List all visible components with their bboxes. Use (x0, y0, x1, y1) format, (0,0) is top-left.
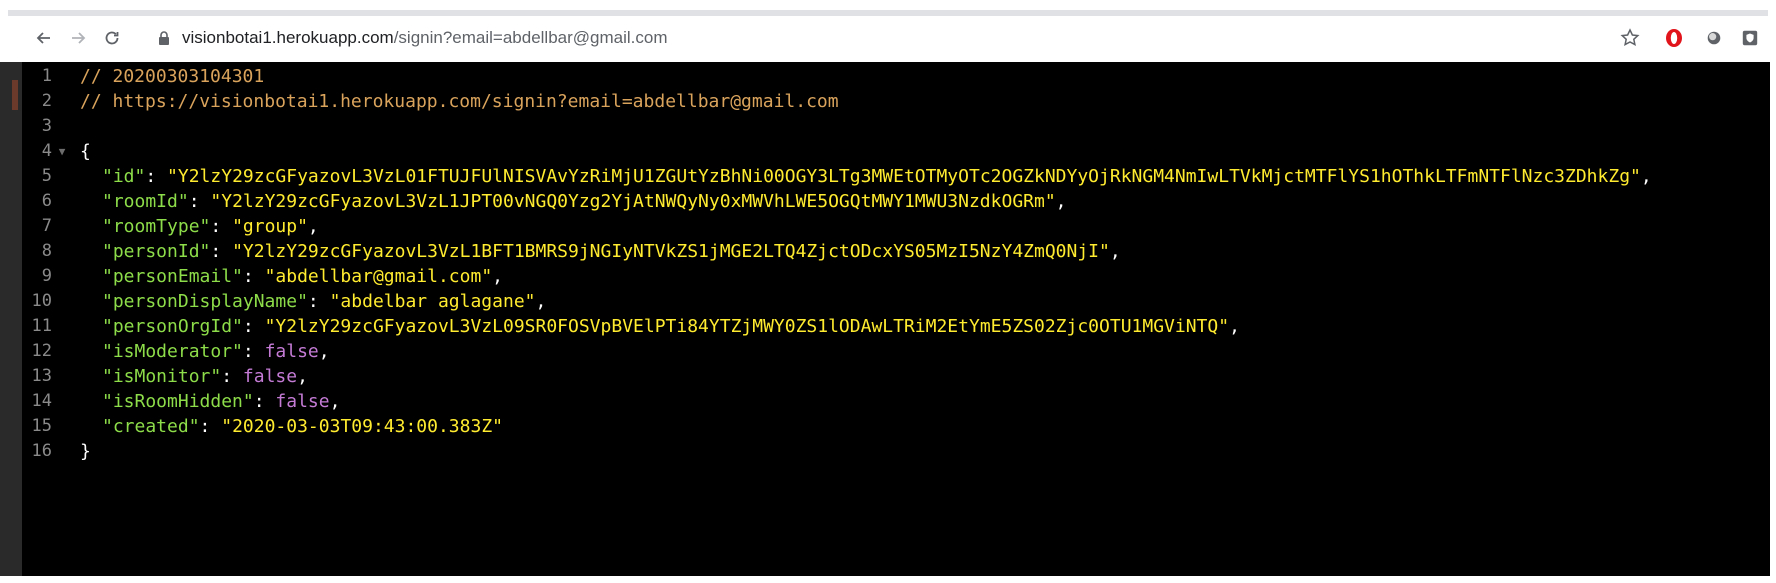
json-value: "Y2lzY29zcGFyazovL3VzL1BFT1BMRS9jNGIyNTV… (232, 240, 1110, 262)
star-icon (1620, 28, 1640, 47)
json-value: "Y2lzY29zcGFyazovL3VzL01FTUJFUlNISVAvYzR… (167, 165, 1641, 187)
line-number: 8 (41, 241, 52, 261)
line-number: 14 (31, 391, 52, 411)
opera-extension-button[interactable] (1660, 24, 1688, 52)
circle-extension-icon (1707, 31, 1721, 45)
json-key: "personEmail" (102, 265, 243, 287)
code-line-5: 5 "id": "Y2lzY29zcGFyazovL3VzL01FTUJFUlN… (22, 162, 1652, 190)
close-brace: } (80, 440, 91, 462)
code-line-12: 12 "isModerator": false, (22, 337, 330, 365)
json-value: "abdellbar@gmail.com" (264, 265, 493, 287)
fold-toggle[interactable]: ▼ (52, 145, 72, 158)
code-line-11: 11 "personOrgId": "Y2lzY29zcGFyazovL3VzL… (22, 312, 1240, 340)
arrow-left-icon (36, 32, 50, 44)
json-key: "personDisplayName" (102, 290, 308, 312)
json-value: "Y2lzY29zcGFyazovL3VzL09SR0FOSVpBVElPTi8… (264, 315, 1230, 337)
comment-timestamp: // 20200303104301 (80, 65, 265, 87)
reload-button[interactable] (98, 24, 126, 52)
reload-icon (105, 31, 119, 45)
circle-extension-button[interactable] (1700, 24, 1728, 52)
opera-icon (1666, 29, 1682, 47)
code-line-7: 7 "roomType": "group", (22, 212, 319, 240)
line-number: 4 (41, 141, 52, 161)
url-text: visionbotai1.herokuapp.com/signin?email=… (182, 28, 668, 48)
json-key: "isRoomHidden" (102, 390, 254, 412)
json-key: "id" (102, 165, 146, 187)
code-line-14: 14 "isRoomHidden": false, (22, 387, 341, 415)
line-number: 16 (31, 441, 52, 461)
url-host: visionbotai1.herokuapp.com (182, 28, 394, 47)
address-bar[interactable]: visionbotai1.herokuapp.com/signin?email=… (156, 21, 1716, 55)
open-brace: { (80, 140, 91, 162)
json-key: "created" (102, 415, 200, 437)
code-line-10: 10 "personDisplayName": "abdelbar aglaga… (22, 287, 547, 315)
shield-extension-button[interactable] (1736, 24, 1764, 52)
lock-icon (159, 31, 169, 45)
line-number: 11 (31, 316, 52, 336)
json-value: false (275, 390, 330, 412)
forward-button[interactable] (64, 24, 92, 52)
json-value: "Y2lzY29zcGFyazovL3VzL1JPT00vNGQ0Yzg2YjA… (210, 190, 1056, 212)
comment-url: // https://visionbotai1.herokuapp.com/si… (80, 90, 839, 112)
json-value: false (264, 340, 319, 362)
code-line-13: 13 "isMonitor": false, (22, 362, 308, 390)
json-value: "2020-03-03T09:43:00.383Z" (221, 415, 503, 437)
side-gutter (0, 62, 22, 576)
line-number: 15 (31, 416, 52, 436)
json-key: "isModerator" (102, 340, 243, 362)
line-number: 7 (41, 216, 52, 236)
window-bottom-edge (0, 576, 1776, 583)
code-line-6: 6 "roomId": "Y2lzY29zcGFyazovL3VzL1JPT00… (22, 187, 1067, 215)
code-line-8: 8 "personId": "Y2lzY29zcGFyazovL3VzL1BFT… (22, 237, 1121, 265)
browser-toolbar: visionbotai1.herokuapp.com/signin?email=… (6, 16, 1770, 62)
json-viewer: 1 // 20200303104301 2 // https://visionb… (22, 62, 1770, 576)
code-line-15: 15 "created": "2020-03-03T09:43:00.383Z" (22, 412, 503, 440)
code-line-1: 1 // 20200303104301 (22, 62, 264, 90)
json-value: "group" (232, 215, 308, 237)
json-value: false (242, 365, 298, 387)
line-number: 2 (41, 91, 52, 111)
line-number: 13 (31, 366, 52, 386)
json-key: "roomId" (102, 190, 189, 212)
code-line-2: 2 // https://visionbotai1.herokuapp.com/… (22, 87, 839, 115)
back-button[interactable] (30, 24, 58, 52)
code-line-3: 3 (22, 112, 72, 140)
json-key: "roomType" (102, 215, 211, 237)
window-top-strip (0, 0, 1776, 16)
line-number: 5 (41, 166, 52, 186)
line-number: 10 (31, 291, 52, 311)
arrow-right-icon (72, 32, 86, 44)
gutter-marker (12, 80, 18, 110)
json-value: "abdelbar aglagane" (329, 290, 536, 312)
json-key: "isMonitor" (102, 365, 222, 387)
line-number: 1 (41, 66, 52, 86)
line-number: 12 (31, 341, 52, 361)
url-path: /signin?email=abdellbar@gmail.com (393, 28, 668, 47)
code-line-9: 9 "personEmail": "abdellbar@gmail.com", (22, 262, 503, 290)
line-number: 9 (41, 266, 52, 286)
line-number: 6 (41, 191, 52, 211)
line-number: 3 (41, 116, 52, 136)
shield-extension-icon (1742, 30, 1758, 46)
bookmark-star-button[interactable] (1616, 24, 1644, 52)
code-line-16: 16 } (22, 437, 91, 465)
code-line-4: 4 ▼ { (22, 137, 91, 165)
json-key: "personOrgId" (102, 315, 243, 337)
json-key: "personId" (102, 240, 211, 262)
